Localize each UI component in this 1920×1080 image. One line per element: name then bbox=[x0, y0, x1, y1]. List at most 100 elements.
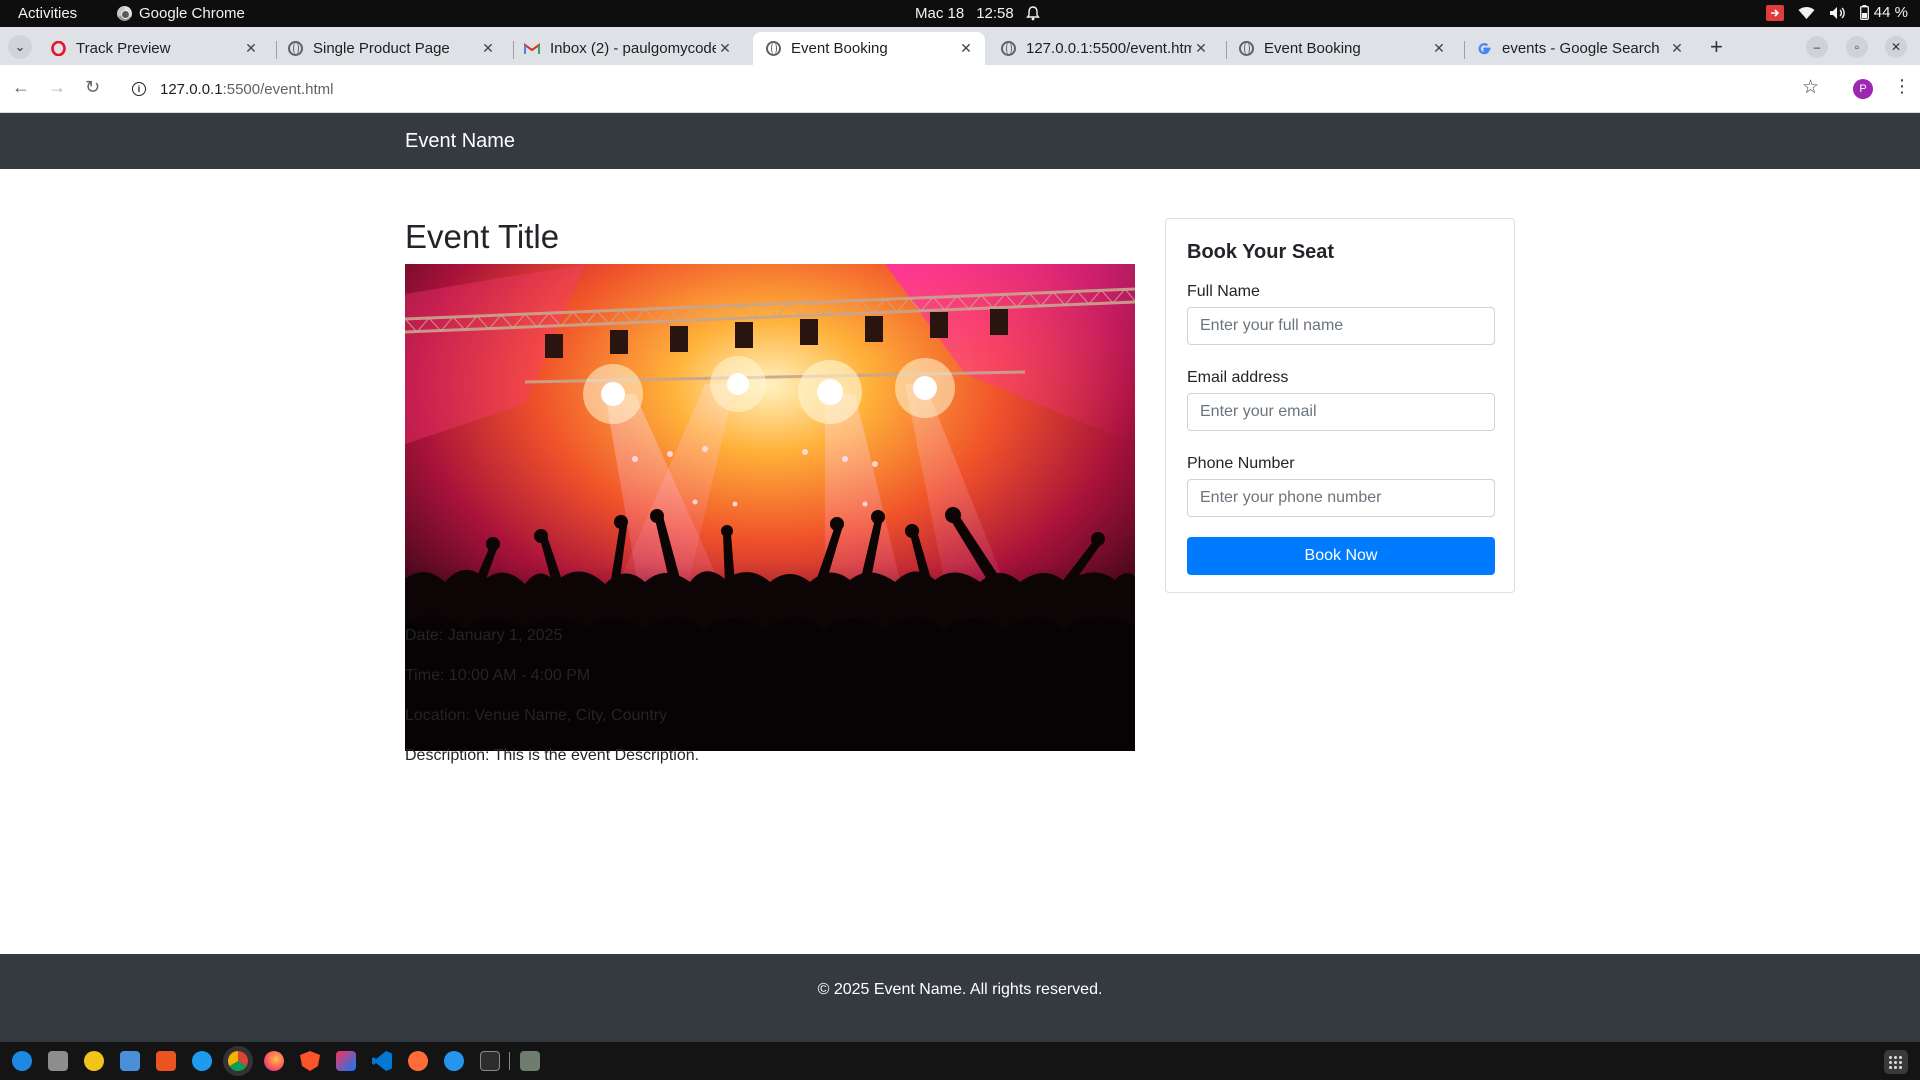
jetbrains-icon[interactable] bbox=[336, 1051, 356, 1071]
browser-app-icon[interactable] bbox=[12, 1051, 32, 1071]
close-icon[interactable]: ✕ bbox=[479, 40, 497, 57]
battery-percent: 44 % bbox=[1873, 4, 1908, 21]
close-icon[interactable]: ✕ bbox=[957, 40, 975, 57]
tab-google-search[interactable]: events - Google Search ✕ bbox=[1464, 32, 1696, 65]
arrow-left-icon: ← bbox=[12, 77, 30, 97]
rhythmbox-icon[interactable] bbox=[84, 1051, 104, 1071]
files-icon[interactable] bbox=[48, 1051, 68, 1071]
tab-track-preview[interactable]: Track Preview ✕ bbox=[38, 32, 270, 65]
navbar-brand[interactable]: Event Name bbox=[405, 130, 515, 153]
text-editor-icon[interactable] bbox=[120, 1051, 140, 1071]
tab-inbox[interactable]: Inbox (2) - paulgomycode ✕ bbox=[512, 32, 744, 65]
status-area[interactable]: 44 % bbox=[1765, 4, 1908, 21]
clock-date: Mac 18 bbox=[915, 5, 965, 22]
brave-icon[interactable] bbox=[300, 1051, 320, 1071]
new-tab-button[interactable]: + bbox=[1710, 34, 1723, 60]
arrow-right-icon: → bbox=[48, 77, 66, 97]
tab-title: events - Google Search bbox=[1502, 40, 1660, 57]
minimize-button[interactable]: – bbox=[1806, 36, 1828, 58]
activities-button[interactable]: Activities bbox=[18, 5, 77, 22]
taskbar bbox=[0, 1042, 1920, 1080]
maximize-button[interactable]: ▫ bbox=[1846, 36, 1868, 58]
tab-title: Single Product Page bbox=[313, 40, 450, 57]
site-footer: © 2025 Event Name. All rights reserved. bbox=[0, 954, 1920, 1042]
wifi-icon bbox=[1798, 6, 1815, 19]
show-apps-button[interactable] bbox=[1884, 1050, 1908, 1074]
help-icon[interactable] bbox=[192, 1051, 212, 1071]
tab-single-product-page[interactable]: Single Product Page ✕ bbox=[275, 32, 507, 65]
full-name-input[interactable] bbox=[1187, 307, 1495, 345]
trash-icon[interactable] bbox=[520, 1051, 540, 1071]
vscode-icon[interactable] bbox=[372, 1051, 392, 1071]
tab-strip: ⌄ Track Preview ✕ Single Product Page ✕ … bbox=[0, 27, 1920, 65]
info-icon[interactable]: i bbox=[132, 82, 146, 96]
opera-icon bbox=[50, 41, 66, 57]
gmail-icon bbox=[524, 41, 540, 57]
tab-event-booking-active[interactable]: Event Booking ✕ bbox=[753, 32, 985, 65]
clock[interactable]: Mac 18 12:58 bbox=[915, 5, 1040, 22]
full-name-label: Full Name bbox=[1187, 283, 1260, 300]
tab-title: Event Booking bbox=[1264, 40, 1361, 57]
tab-event-booking[interactable]: Event Booking ✕ bbox=[1226, 32, 1458, 65]
docker-icon[interactable] bbox=[444, 1051, 464, 1071]
chrome-icon bbox=[117, 6, 132, 21]
battery-icon bbox=[1859, 5, 1869, 20]
app-name: Google Chrome bbox=[139, 5, 245, 22]
forward-button[interactable]: → bbox=[48, 77, 66, 98]
globe-icon bbox=[1238, 41, 1254, 57]
software-center-icon[interactable] bbox=[156, 1051, 176, 1071]
tab-search-button[interactable]: ⌄ bbox=[8, 35, 32, 59]
bell-icon bbox=[1025, 6, 1040, 21]
footer-copyright: © 2025 Event Name. All rights reserved. bbox=[817, 981, 1103, 998]
window-close-button[interactable]: ✕ bbox=[1885, 36, 1907, 58]
tab-title: 127.0.0.1:5500/event.html bbox=[1026, 40, 1192, 57]
chevron-down-icon: ⌄ bbox=[14, 39, 26, 54]
event-date: Date: January 1, 2025 bbox=[405, 627, 563, 644]
google-icon bbox=[1476, 41, 1492, 57]
system-top-bar: Activities Google Chrome Mac 18 12:58 44… bbox=[0, 0, 1920, 27]
url-path: :5500/event.html bbox=[222, 80, 334, 98]
address-bar[interactable]: i 127.0.0.1:5500/event.html bbox=[120, 71, 1820, 107]
back-button[interactable]: ← bbox=[12, 77, 30, 98]
terminal-icon[interactable] bbox=[480, 1051, 500, 1071]
globe-icon bbox=[1000, 41, 1016, 57]
close-icon[interactable]: ✕ bbox=[716, 40, 734, 57]
app-menu[interactable]: Google Chrome bbox=[117, 5, 245, 22]
email-input[interactable] bbox=[1187, 393, 1495, 431]
profile-avatar[interactable]: P bbox=[1853, 79, 1873, 99]
email-label: Email address bbox=[1187, 369, 1289, 386]
phone-label: Phone Number bbox=[1187, 455, 1295, 472]
url-host: 127.0.0.1 bbox=[160, 80, 223, 98]
tab-event-html[interactable]: 127.0.0.1:5500/event.html ✕ bbox=[988, 32, 1220, 65]
volume-icon bbox=[1829, 6, 1845, 19]
booking-card: Book Your Seat Full Name Email address P… bbox=[1165, 218, 1515, 593]
close-icon[interactable]: ✕ bbox=[1192, 40, 1210, 57]
globe-icon bbox=[765, 41, 781, 57]
web-page: Event Name Event Title Date: January 1, … bbox=[0, 113, 1920, 1042]
book-now-button[interactable]: Book Now bbox=[1187, 537, 1495, 575]
event-time: Time: 10:00 AM - 4:00 PM bbox=[405, 667, 591, 684]
clock-time: 12:58 bbox=[976, 5, 1014, 22]
postman-icon[interactable] bbox=[408, 1051, 428, 1071]
site-navbar: Event Name bbox=[0, 113, 1920, 169]
reload-button[interactable]: ↻ bbox=[85, 77, 100, 98]
close-icon[interactable]: ✕ bbox=[1430, 40, 1448, 57]
bookmark-star-icon[interactable]: ☆ bbox=[1802, 76, 1819, 99]
tab-title: Inbox (2) - paulgomycode bbox=[550, 40, 716, 57]
more-menu-icon[interactable]: ⋮ bbox=[1893, 76, 1911, 97]
tab-title: Track Preview bbox=[76, 40, 171, 57]
screen-share-icon bbox=[1765, 4, 1784, 21]
booking-title: Book Your Seat bbox=[1187, 241, 1335, 263]
firefox-icon[interactable] bbox=[264, 1051, 284, 1071]
reload-icon: ↻ bbox=[85, 77, 101, 97]
phone-input[interactable] bbox=[1187, 479, 1495, 517]
event-location: Location: Venue Name, City, Country bbox=[405, 707, 668, 724]
browser-toolbar: ← → ↻ i 127.0.0.1:5500/event.html ☆ P ⋮ bbox=[0, 65, 1920, 113]
chrome-icon[interactable] bbox=[228, 1051, 248, 1071]
battery-indicator: 44 % bbox=[1859, 4, 1908, 21]
tab-title: Event Booking bbox=[791, 40, 888, 57]
close-icon[interactable]: ✕ bbox=[1668, 40, 1686, 57]
close-icon[interactable]: ✕ bbox=[242, 40, 260, 57]
globe-icon bbox=[287, 41, 303, 57]
event-title: Event Title bbox=[405, 218, 560, 255]
